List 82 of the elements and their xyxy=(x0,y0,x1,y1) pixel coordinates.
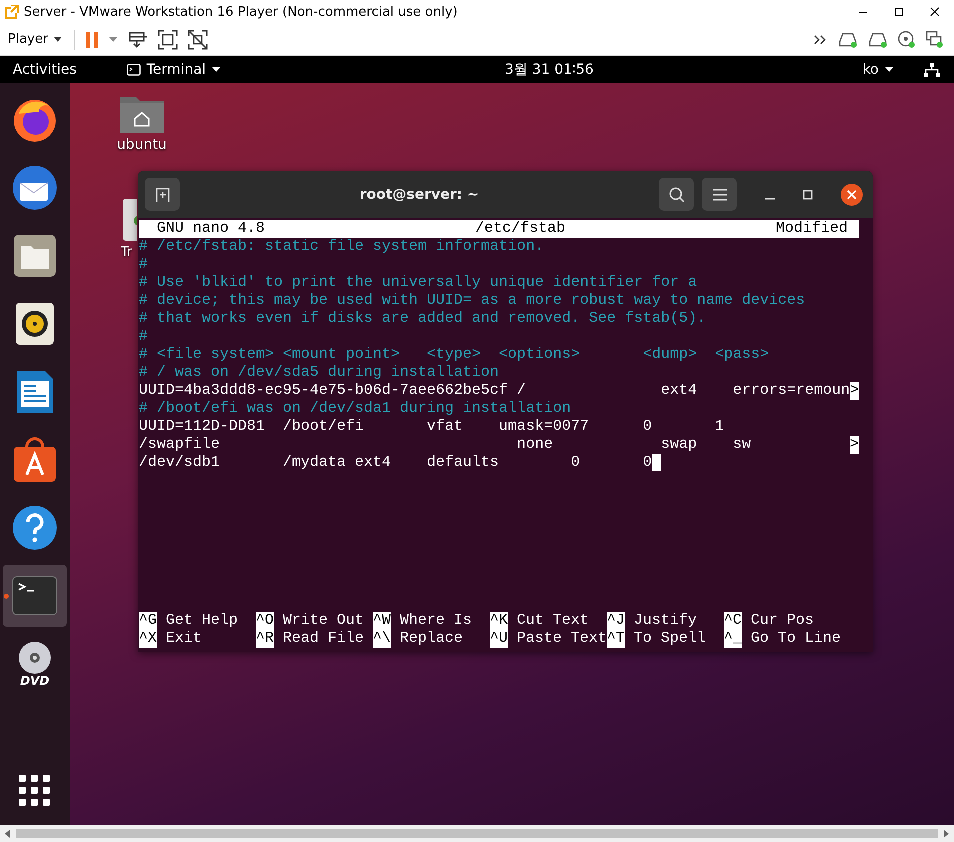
running-indicator xyxy=(4,594,9,599)
menu-icon xyxy=(712,188,726,200)
horizontal-scrollbar[interactable] xyxy=(0,825,954,842)
code-line: # /etc/fstab: static file system information. xyxy=(139,238,544,256)
shopping-bag-icon xyxy=(13,437,57,483)
shortcut-label: To Spell xyxy=(634,630,706,648)
shortcut-key: ^X xyxy=(139,630,158,648)
code-line: /dev/sdb1 /mydata ext4 defaults 0 0 xyxy=(139,454,652,472)
search-icon xyxy=(668,186,684,202)
shortcut-key: ^T xyxy=(607,630,626,648)
shortcut-label: Justify xyxy=(634,612,698,630)
scroll-left-icon[interactable] xyxy=(4,830,12,838)
shortcut-label: Replace xyxy=(400,630,464,648)
pause-icon[interactable] xyxy=(85,30,100,48)
shortcut-label: Cut Text xyxy=(517,612,590,630)
disc-icon[interactable] xyxy=(898,30,916,48)
shortcut-key: ^C xyxy=(724,612,742,630)
terminal-icon xyxy=(126,64,141,76)
shortcut-label: Cur Pos xyxy=(751,612,814,630)
network-icon[interactable] xyxy=(924,62,940,76)
shortcut-label: Paste Text xyxy=(517,630,608,648)
code-line: UUID=112D-DD81 /boot/efi vfat umask=0077 0 1 xyxy=(139,418,724,436)
activities-button[interactable]: Activities xyxy=(13,62,77,78)
new-tab-icon xyxy=(154,186,170,202)
double-chevron-icon[interactable] xyxy=(814,34,828,46)
code-line: # xyxy=(139,256,148,274)
speaker-icon xyxy=(15,302,55,346)
line-overflow-marker: > xyxy=(850,436,859,454)
app-grid-icon[interactable] xyxy=(19,775,51,807)
scroll-right-icon[interactable] xyxy=(942,830,950,838)
line-overflow-marker: > xyxy=(850,382,860,400)
shortcut-key: ^K xyxy=(490,612,508,630)
input-method-menu[interactable]: ko xyxy=(862,62,894,78)
search-button[interactable] xyxy=(659,178,694,211)
dock-item[interactable]: DVD xyxy=(3,633,67,695)
code-line: # that works even if disks are added and removed. See fstab(5). xyxy=(139,310,706,328)
code-line: # xyxy=(139,328,148,346)
code-line: # device; this may be used with UUID= as a more robust way to name devices xyxy=(139,292,806,310)
code-line: # Use 'blkid' to print the universally unique identifier for a xyxy=(139,274,698,292)
shortcut-key: ^R xyxy=(256,630,274,648)
shortcut-key: ^U xyxy=(490,630,508,648)
shortcut-label: Go To Line xyxy=(751,630,842,648)
shortcut-label: Where Is xyxy=(400,612,472,630)
caret-icon xyxy=(54,37,62,42)
caret-icon xyxy=(885,67,894,72)
code-line: UUID=4ba3ddd8-ec95-4e75-b06d-7aee662be5cf / ext4 errors=remoun xyxy=(139,382,850,400)
document-icon xyxy=(15,369,55,415)
code-line: /swapfile none swap sw xyxy=(139,436,752,454)
window-title: root@server: ~ xyxy=(358,186,480,202)
shortcut-label: Get Help xyxy=(166,612,238,630)
folder-icon xyxy=(13,234,57,278)
clock[interactable]: 3월 31 01∶56 xyxy=(505,60,594,78)
app-menu[interactable]: Terminal xyxy=(126,62,222,78)
shortcut-label: Write Out xyxy=(283,612,364,630)
bird-envelope-icon xyxy=(10,163,60,213)
shortcut-key: ^O xyxy=(256,612,274,630)
code-line: # /boot/efi was on /dev/sda1 during installation xyxy=(139,400,572,418)
shortcut-key: ^G xyxy=(139,612,158,630)
shortcut-label: Read File xyxy=(283,630,364,648)
shortcut-label: Exit xyxy=(166,630,202,648)
close-icon[interactable] xyxy=(841,184,863,206)
player-menu-button[interactable]: Player xyxy=(6,30,64,49)
file-name: /etc/fstab xyxy=(476,220,566,238)
editor-version: GNU nano 4.8 xyxy=(157,220,266,238)
shortcut-key: ^J xyxy=(607,612,626,630)
maximize-icon[interactable] xyxy=(894,7,904,17)
caret-icon xyxy=(212,67,222,72)
shortcut-key: ^_ xyxy=(724,630,742,648)
code-line: # <file system> <mount point> <type> <options> <dump> <pass> xyxy=(139,346,770,364)
new-tab-button[interactable] xyxy=(145,178,180,211)
shortcut-key: ^\ xyxy=(373,630,392,648)
shortcut-key: ^W xyxy=(373,612,392,630)
help-icon xyxy=(12,505,58,551)
window-title: Server - VMware Workstation 16 Player (Non-commercial use only) xyxy=(24,4,458,20)
fullscreen-icon[interactable] xyxy=(158,30,178,50)
close-icon[interactable] xyxy=(930,7,940,17)
modified-status: Modified xyxy=(776,220,848,238)
code-line: # / was on /dev/sda5 during installation xyxy=(139,364,500,382)
terminal-icon xyxy=(12,576,58,616)
vmware-logo-icon xyxy=(4,4,20,20)
menu-button[interactable] xyxy=(702,178,737,211)
caret-icon[interactable] xyxy=(109,37,118,42)
